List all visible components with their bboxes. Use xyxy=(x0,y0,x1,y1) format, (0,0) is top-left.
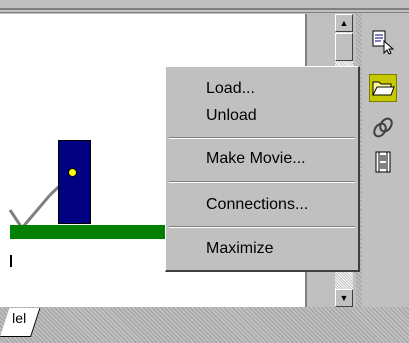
link-icon xyxy=(373,117,393,138)
menu-separator xyxy=(169,181,355,183)
scroll-down-icon: ▼ xyxy=(339,293,349,303)
scroll-up-button[interactable]: ▲ xyxy=(335,14,353,32)
green-ground-bar xyxy=(10,225,170,239)
pointer-select-tool[interactable] xyxy=(369,28,397,56)
menu-separator xyxy=(169,137,355,139)
context-menu: Load... Unload Make Movie... Connections… xyxy=(165,66,360,272)
tick-mark xyxy=(10,255,12,267)
film-tool[interactable] xyxy=(369,148,397,176)
menu-item-unload[interactable]: Unload xyxy=(206,106,257,126)
scroll-up-icon: ▲ xyxy=(339,18,349,28)
tab-model-label: lel xyxy=(12,310,27,326)
film-icon xyxy=(375,151,391,173)
scroll-thumb[interactable] xyxy=(335,33,353,61)
scroll-down-button[interactable]: ▼ xyxy=(335,289,353,307)
blue-door-block[interactable] xyxy=(58,140,91,224)
menu-item-make-movie[interactable]: Make Movie... xyxy=(206,149,306,169)
menu-item-maximize[interactable]: Maximize xyxy=(206,239,274,259)
yellow-knob[interactable] xyxy=(68,168,77,177)
menu-separator xyxy=(169,226,355,228)
window-top-border xyxy=(0,0,409,13)
open-folder-tool[interactable] xyxy=(369,74,397,102)
menu-item-connections[interactable]: Connections... xyxy=(206,195,308,215)
link-tool[interactable] xyxy=(369,114,397,142)
sheet-tab-bar xyxy=(0,307,409,343)
open-folder-icon xyxy=(372,81,395,96)
menu-item-load[interactable]: Load... xyxy=(206,79,255,99)
pointer-select-icon xyxy=(372,30,395,55)
